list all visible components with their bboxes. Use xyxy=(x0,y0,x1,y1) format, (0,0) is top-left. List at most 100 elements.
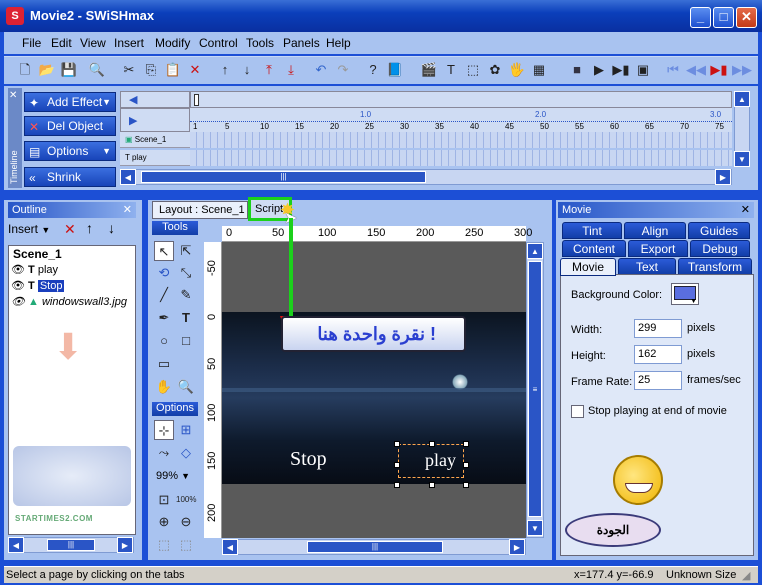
outline-item-image[interactable]: 👁 ▲ windowswall3.jpg xyxy=(11,295,127,308)
timeline-frames-play[interactable] xyxy=(190,150,732,166)
move-up-icon[interactable]: ↑ xyxy=(86,220,93,236)
height-input[interactable]: 162 xyxy=(634,345,682,364)
scroll-thumb[interactable]: ≡ xyxy=(528,261,542,517)
add-effect-button[interactable]: ✦ Add Effect ▼ xyxy=(24,92,116,112)
select-tool-icon[interactable]: ↖ xyxy=(154,241,174,261)
scroll-right-icon[interactable]: ▶ xyxy=(509,539,525,555)
timeline-hscrollbar[interactable]: ◀ ||| ▶ xyxy=(120,169,732,185)
scroll-up-icon[interactable]: ▲ xyxy=(734,91,750,107)
width-input[interactable]: 299 xyxy=(634,319,682,338)
outline-hscrollbar[interactable]: ◀ ||| ▶ xyxy=(8,537,134,553)
fill-transform-icon[interactable]: ⟲ xyxy=(154,263,174,283)
cut-icon[interactable]: ✂ xyxy=(120,61,138,79)
menu-panels[interactable]: Panels xyxy=(283,36,320,50)
pencil-tool-icon[interactable]: ✎ xyxy=(176,285,196,305)
transform-icon[interactable]: ◇ xyxy=(176,443,196,463)
menu-view[interactable]: View xyxy=(80,36,106,50)
resize-grip-icon[interactable]: ◢ xyxy=(742,569,750,582)
move-down-icon[interactable]: ↓ xyxy=(108,220,115,236)
stage-canvas[interactable]: Stop play xyxy=(222,242,526,538)
stop-icon[interactable]: ■ xyxy=(568,61,586,79)
outline-scene[interactable]: Scene_1 xyxy=(13,247,62,261)
sprite-icon[interactable]: ✿ xyxy=(486,61,504,79)
menu-edit[interactable]: Edit xyxy=(51,36,72,50)
scene-icon[interactable]: 🎬 xyxy=(420,61,438,79)
hand-tool-icon[interactable]: ✋ xyxy=(154,377,174,397)
maximize-button[interactable]: □ xyxy=(713,7,734,28)
zoom-dropdown[interactable]: 99% ▼ xyxy=(156,470,190,482)
play-frame-icon[interactable]: ▶▮ xyxy=(612,61,630,79)
pen-tool-icon[interactable]: ✒ xyxy=(154,308,174,328)
scroll-left-icon[interactable]: ◀ xyxy=(222,539,238,555)
menu-insert[interactable]: Insert xyxy=(114,36,144,50)
tab-align[interactable]: Align xyxy=(624,222,686,239)
text-icon[interactable]: T xyxy=(442,61,460,79)
scroll-thumb[interactable]: ||| xyxy=(141,171,426,183)
subselect-tool-icon[interactable]: ⇱ xyxy=(176,241,196,261)
eye-icon[interactable]: 👁 xyxy=(11,264,25,276)
timeline-play-icon[interactable]: ▶ xyxy=(129,114,137,127)
close-icon[interactable]: ✕ xyxy=(741,202,750,218)
selection-handles[interactable] xyxy=(394,441,469,488)
rounded-rect-tool-icon[interactable]: ▭ xyxy=(154,354,174,374)
menu-file[interactable]: File xyxy=(22,36,41,50)
scroll-thumb[interactable]: ||| xyxy=(47,539,95,551)
close-icon[interactable]: ✕ xyxy=(123,202,132,218)
zoom-fit-icon[interactable]: ⊡ xyxy=(154,490,174,510)
eye-icon[interactable]: 👁 xyxy=(11,296,25,308)
preview-icon[interactable]: ▣ xyxy=(634,61,652,79)
select-area-icon[interactable]: ⬚ xyxy=(154,535,174,555)
grid-icon[interactable]: ⊞ xyxy=(176,420,196,440)
forward-icon[interactable]: ▶▮ xyxy=(710,61,728,79)
eye-icon[interactable]: 👁 xyxy=(11,280,25,292)
stop-text-object[interactable]: Stop xyxy=(290,448,327,471)
lasso-icon[interactable]: ⬚ xyxy=(176,535,196,555)
zoom-in-icon[interactable]: ⊕ xyxy=(154,512,174,532)
line-tool-icon[interactable]: ╱ xyxy=(154,285,174,305)
book-icon[interactable]: 📘 xyxy=(386,61,404,79)
delete-icon[interactable]: ✕ xyxy=(186,61,204,79)
zoom-tool-icon[interactable]: 🔍 xyxy=(176,377,196,397)
scroll-thumb[interactable]: ||| xyxy=(307,541,443,553)
tab-content[interactable]: Content xyxy=(562,240,626,257)
end-icon[interactable]: ▶▶ xyxy=(732,61,752,79)
move-top-icon[interactable]: ⤒ xyxy=(260,61,278,79)
play-icon[interactable]: ▶ xyxy=(590,61,608,79)
move-bottom-icon[interactable]: ⤓ xyxy=(282,61,300,79)
timeline-left-icon[interactable]: ◀ xyxy=(129,93,137,106)
zoom-100-icon[interactable]: 100% xyxy=(176,490,196,510)
undo-icon[interactable]: ↶ xyxy=(312,61,330,79)
del-object-button[interactable]: ✕ Del Object xyxy=(24,116,116,136)
timeline-row-play[interactable]: T play xyxy=(120,150,190,166)
shrink-button[interactable]: « Shrink xyxy=(24,167,116,187)
tab-guides[interactable]: Guides xyxy=(688,222,750,239)
find-icon[interactable]: 🔍 xyxy=(88,61,106,79)
tab-export[interactable]: Export xyxy=(628,240,688,257)
scroll-left-icon[interactable]: ◀ xyxy=(8,537,24,553)
timeline-row-scene[interactable]: ▣ Scene_1 xyxy=(120,132,190,148)
timeline-close-icon[interactable]: ✕ xyxy=(9,90,17,101)
snap-icon[interactable]: ⊹ xyxy=(154,420,174,440)
scroll-right-icon[interactable]: ▶ xyxy=(117,537,133,553)
rectangle-tool-icon[interactable]: □ xyxy=(176,331,196,351)
scroll-up-icon[interactable]: ▲ xyxy=(527,243,543,259)
move-down-icon[interactable]: ↓ xyxy=(238,61,256,79)
copy-icon[interactable]: ⎘ xyxy=(142,61,160,79)
menu-help[interactable]: Help xyxy=(326,36,351,50)
scroll-down-icon[interactable]: ▼ xyxy=(527,520,543,536)
outline-item-play[interactable]: 👁 T play xyxy=(11,263,58,276)
open-icon[interactable]: 📂 xyxy=(38,61,56,79)
tab-text[interactable]: Text xyxy=(618,258,676,275)
framerate-input[interactable]: 25 xyxy=(634,371,682,390)
timeline-vscrollbar[interactable]: ▲ ▼ xyxy=(734,91,750,167)
text-tool-icon[interactable]: T xyxy=(176,308,196,328)
motion-path-icon[interactable]: ⤳ xyxy=(154,443,174,463)
background-color-picker[interactable]: ▼ xyxy=(671,283,699,305)
zoom-out-icon[interactable]: ⊖ xyxy=(176,512,196,532)
menu-control[interactable]: Control xyxy=(199,36,238,50)
insert-dropdown[interactable]: Insert ▼ xyxy=(8,222,50,236)
tab-layout[interactable]: Layout : Scene_1 xyxy=(152,201,248,219)
tab-tint[interactable]: Tint xyxy=(562,222,622,239)
reshape-tool-icon[interactable]: ⤡ xyxy=(176,263,196,283)
redo-icon[interactable]: ↷ xyxy=(334,61,352,79)
